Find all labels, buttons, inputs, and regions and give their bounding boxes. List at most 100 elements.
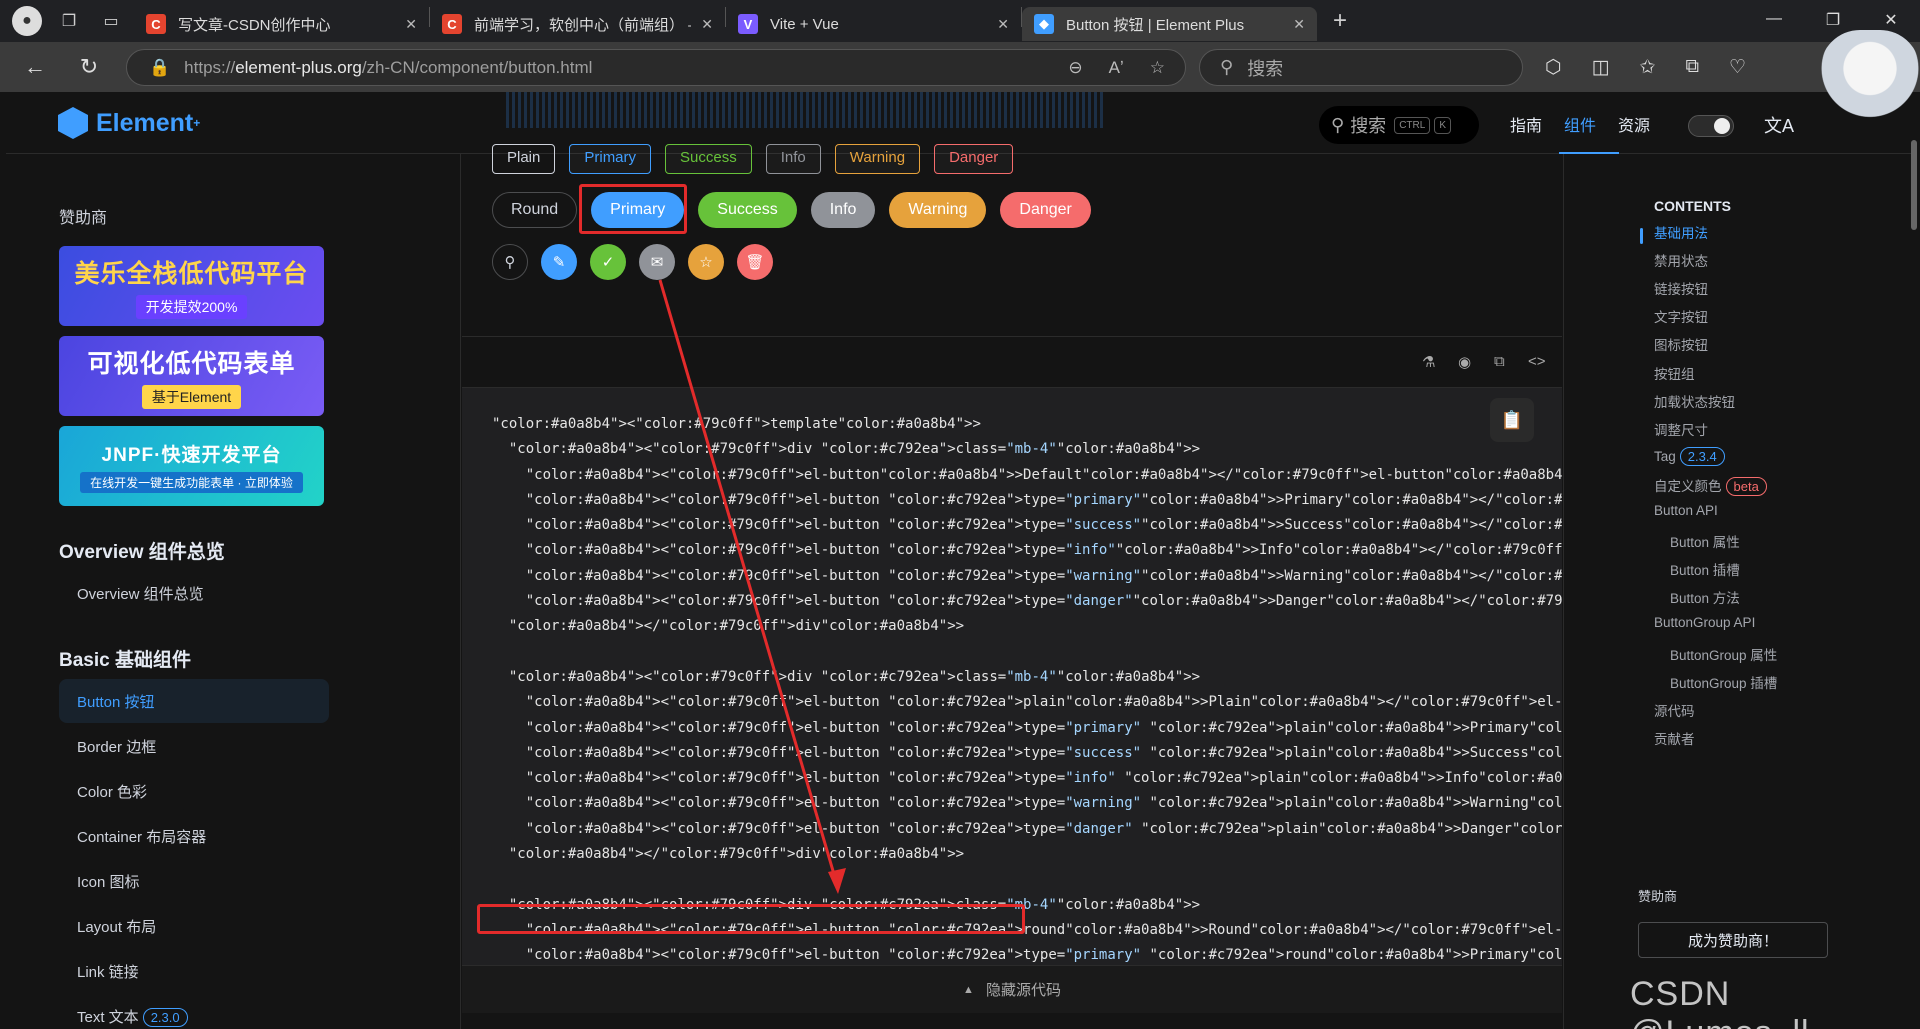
toc-item-label: ButtonGroup 属性	[1670, 647, 1778, 663]
toc-item[interactable]: ButtonGroup API	[1654, 615, 1755, 630]
browser-tab[interactable]: V Vite + Vue ✕	[726, 7, 1021, 41]
round-button-warning[interactable]: Warning	[889, 192, 987, 228]
sponsor-ad-1[interactable]: 美乐全栈低代码平台 开发提效200%	[59, 246, 324, 326]
sidebar-item-color[interactable]: Color 色彩	[77, 781, 147, 802]
sidebar-item-overview[interactable]: Overview 组件总览	[77, 583, 204, 604]
sponsor-ad-3[interactable]: JNPF·快速开发平台 在线开发一键生成功能表单 · 立即体验	[59, 426, 324, 506]
new-tab-icon[interactable]: +	[1325, 6, 1355, 36]
sidebar-item-button[interactable]: Button 按钮	[59, 679, 329, 723]
extensions-icon[interactable]: ⬡	[1545, 56, 1562, 79]
browser-search-field[interactable]: ⚲ 搜索	[1199, 49, 1523, 86]
favorites-icon[interactable]: ✩	[1640, 56, 1656, 79]
close-tab-icon[interactable]: ✕	[701, 16, 713, 33]
toc-item[interactable]: 调整尺寸	[1654, 419, 1708, 439]
nav-components[interactable]: 组件	[1564, 112, 1596, 136]
toc-item-label: 贡献者	[1654, 731, 1695, 747]
site-search-button[interactable]: ⚲ 搜索 CTRL K	[1319, 106, 1479, 144]
sponsor-ad-2[interactable]: 可视化低代码表单 基于Element	[59, 336, 324, 416]
restore-icon[interactable]: ❐	[1810, 10, 1856, 30]
plain-button-warning[interactable]: Warning	[834, 144, 921, 174]
address-field[interactable]: 🔒 https:// element-plus.org /zh-CN/compo…	[126, 49, 1186, 86]
clipboard-icon[interactable]: 📋	[1490, 398, 1534, 442]
toc-item[interactable]: ButtonGroup 插槽	[1670, 672, 1777, 692]
toc-item[interactable]: Button 插槽	[1670, 559, 1740, 579]
plain-button-plain[interactable]: Plain	[492, 144, 556, 174]
message-icon[interactable]: ✉	[639, 244, 675, 280]
ad-subtitle: 开发提效200%	[135, 294, 248, 319]
url-host: element-plus.org	[235, 57, 362, 77]
toc-item[interactable]: 自定义颜色 beta	[1654, 475, 1767, 496]
copy-code-icon[interactable]: ⧉	[1494, 353, 1505, 370]
close-window-icon[interactable]: ✕	[1868, 10, 1914, 30]
caret-up-icon: ▲	[963, 983, 974, 996]
browser-tab[interactable]: ◆ Button 按钮 | Element Plus ✕	[1022, 7, 1317, 41]
sidebar-item-layout[interactable]: Layout 布局	[77, 916, 156, 937]
toc-item[interactable]: Button API	[1654, 503, 1718, 518]
toc-item[interactable]: ButtonGroup 属性	[1670, 644, 1777, 664]
toc-item[interactable]: Button 方法	[1670, 587, 1740, 607]
plain-button-info[interactable]: Info	[765, 144, 821, 174]
round-button-info[interactable]: Info	[810, 192, 876, 228]
workspaces-icon[interactable]: ❐	[54, 6, 84, 36]
search-icon[interactable]: ⚲	[492, 244, 528, 280]
check-icon[interactable]: ✓	[590, 244, 626, 280]
browser-tab[interactable]: C 前端学习，软创中心（前端组） — ✕	[430, 7, 725, 41]
nav-resources[interactable]: 资源	[1618, 112, 1650, 136]
close-tab-icon[interactable]: ✕	[1293, 16, 1305, 33]
zoom-icon[interactable]: ⊖	[1068, 58, 1082, 78]
toc-item[interactable]: Button 属性	[1670, 531, 1740, 551]
search-icon: ⚲	[1220, 57, 1234, 77]
toc-item[interactable]: 加载状态按钮	[1654, 391, 1735, 411]
split-screen-icon[interactable]: ◫	[1592, 56, 1610, 79]
toc-item[interactable]: 文字按钮	[1654, 306, 1708, 326]
star-icon[interactable]: ☆	[688, 244, 724, 280]
sidebar-item-border[interactable]: Border 边框	[77, 736, 156, 757]
toc-item[interactable]: 链接按钮	[1654, 278, 1708, 298]
plain-button-primary[interactable]: Primary	[569, 144, 652, 174]
plain-button-success[interactable]: Success	[665, 144, 752, 174]
element-logo-icon	[58, 107, 88, 139]
round-button-danger[interactable]: Danger	[1000, 192, 1091, 228]
playground-icon[interactable]: ⚗	[1422, 353, 1435, 371]
favorite-star-icon[interactable]: ☆	[1150, 58, 1165, 78]
toc-item-label: 基础用法	[1654, 226, 1708, 241]
page-scrollbar[interactable]	[1911, 140, 1917, 230]
toc-item[interactable]: Tag 2.3.4	[1654, 446, 1725, 466]
translate-icon[interactable]: 文A	[1764, 112, 1794, 138]
view-source-icon[interactable]: <>	[1528, 353, 1546, 370]
sidebar-item-icon[interactable]: Icon 图标	[77, 871, 140, 892]
round-button-round[interactable]: Round	[492, 192, 578, 228]
delete-icon[interactable]: 🗑	[737, 244, 773, 280]
close-tab-icon[interactable]: ✕	[997, 16, 1009, 33]
reload-icon[interactable]: ↻	[68, 54, 110, 80]
read-aloud-icon[interactable]: Aʼ	[1109, 58, 1124, 78]
dark-mode-toggle[interactable]	[1688, 115, 1734, 137]
tab-title: Vite + Vue	[770, 15, 839, 33]
sidebar-item-container[interactable]: Container 布局容器	[77, 826, 206, 847]
health-icon[interactable]: ♡	[1729, 56, 1746, 79]
become-sponsor-button[interactable]: 成为赞助商！	[1638, 922, 1828, 958]
toc-item-label: 调整尺寸	[1654, 422, 1708, 438]
round-button-success[interactable]: Success	[698, 192, 797, 228]
sidebar-item-link[interactable]: Link 链接	[77, 961, 139, 982]
edit-icon[interactable]: ✎	[541, 244, 577, 280]
nav-guide[interactable]: 指南	[1510, 112, 1542, 136]
collections-icon[interactable]: ⧉	[1685, 56, 1699, 79]
minimize-icon[interactable]: —	[1751, 10, 1797, 28]
profile-icon[interactable]: ●	[12, 6, 42, 36]
toc-item[interactable]: 源代码	[1654, 700, 1695, 720]
hide-source-button[interactable]: ▲ 隐藏源代码	[462, 965, 1562, 1013]
toc-item[interactable]: 按钮组	[1654, 363, 1695, 383]
close-tab-icon[interactable]: ✕	[405, 16, 417, 33]
github-icon[interactable]: ◉	[1458, 353, 1471, 371]
sidebar-item-text[interactable]: Text 文本 2.3.0	[77, 1006, 188, 1027]
tab-actions-icon[interactable]: ▭	[96, 6, 126, 36]
toc-item[interactable]: 禁用状态	[1654, 250, 1708, 270]
toc-item[interactable]: 图标按钮	[1654, 334, 1708, 354]
back-icon[interactable]: ←	[14, 54, 56, 80]
site-logo[interactable]: Element +	[58, 107, 200, 139]
toc-item[interactable]: 贡献者	[1654, 728, 1695, 748]
toc-item[interactable]: 基础用法	[1654, 222, 1708, 242]
plain-button-danger[interactable]: Danger	[934, 144, 1014, 174]
browser-tab[interactable]: C 写文章-CSDN创作中心 ✕	[134, 7, 429, 41]
